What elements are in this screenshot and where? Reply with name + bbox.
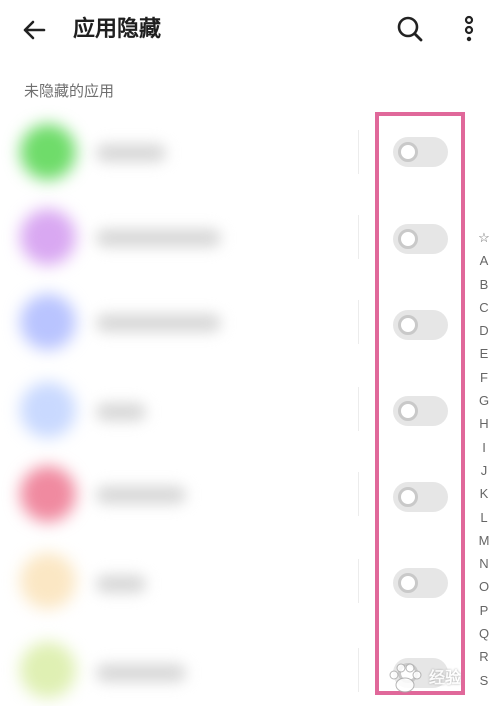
index-letter[interactable]: B — [474, 273, 494, 296]
index-letter[interactable]: N — [474, 552, 494, 575]
divider — [358, 215, 359, 259]
index-letter[interactable]: P — [474, 599, 494, 622]
index-letter[interactable]: F — [474, 366, 494, 389]
index-letter[interactable]: L — [474, 506, 494, 529]
index-letter[interactable]: A — [474, 249, 494, 272]
app-icon — [20, 382, 76, 438]
search-button[interactable] — [395, 14, 425, 44]
index-letter[interactable]: J — [474, 459, 494, 482]
index-letter[interactable]: C — [474, 296, 494, 319]
top-app-bar: 应用隐藏 — [0, 0, 500, 60]
app-icon — [20, 553, 76, 609]
index-letter[interactable]: ☆ — [474, 226, 494, 249]
app-icon — [20, 642, 76, 698]
watermark-text: 经验 — [429, 668, 462, 687]
annotation-highlight-box — [375, 112, 465, 695]
page-title: 应用隐藏 — [73, 17, 162, 42]
index-letter[interactable]: E — [474, 342, 494, 365]
back-button[interactable] — [18, 14, 50, 46]
divider — [358, 130, 359, 174]
arrow-left-icon — [23, 20, 46, 40]
paw-logo-icon — [389, 663, 422, 693]
index-letter[interactable]: K — [474, 482, 494, 505]
app-icon — [20, 294, 76, 350]
watermark: 经验 — [385, 658, 490, 698]
app-name-blurred — [96, 403, 146, 421]
more-options-button[interactable] — [456, 12, 482, 44]
app-name-blurred — [96, 144, 166, 162]
app-name-blurred — [96, 229, 221, 247]
more-vertical-icon — [464, 15, 474, 42]
section-header-unhidden-apps: 未隐藏的应用 — [24, 82, 115, 100]
divider — [358, 387, 359, 431]
index-letter[interactable]: G — [474, 389, 494, 412]
index-letter[interactable]: M — [474, 529, 494, 552]
app-name-blurred — [96, 664, 186, 682]
index-letter[interactable]: Q — [474, 622, 494, 645]
index-letter[interactable]: D — [474, 319, 494, 342]
alphabet-index[interactable]: ☆ A B C D E F G H I J K L M N O P Q R S — [474, 226, 494, 692]
divider — [358, 472, 359, 516]
index-letter[interactable]: H — [474, 412, 494, 435]
index-letter[interactable]: I — [474, 436, 494, 459]
app-name-blurred — [96, 575, 146, 593]
app-icon — [20, 209, 76, 265]
app-name-blurred — [96, 486, 186, 504]
divider — [358, 559, 359, 603]
app-icon — [20, 124, 76, 180]
divider — [358, 300, 359, 344]
divider — [358, 648, 359, 692]
search-icon — [397, 16, 423, 42]
app-icon — [20, 466, 76, 522]
index-letter[interactable]: O — [474, 575, 494, 598]
app-name-blurred — [96, 314, 221, 332]
